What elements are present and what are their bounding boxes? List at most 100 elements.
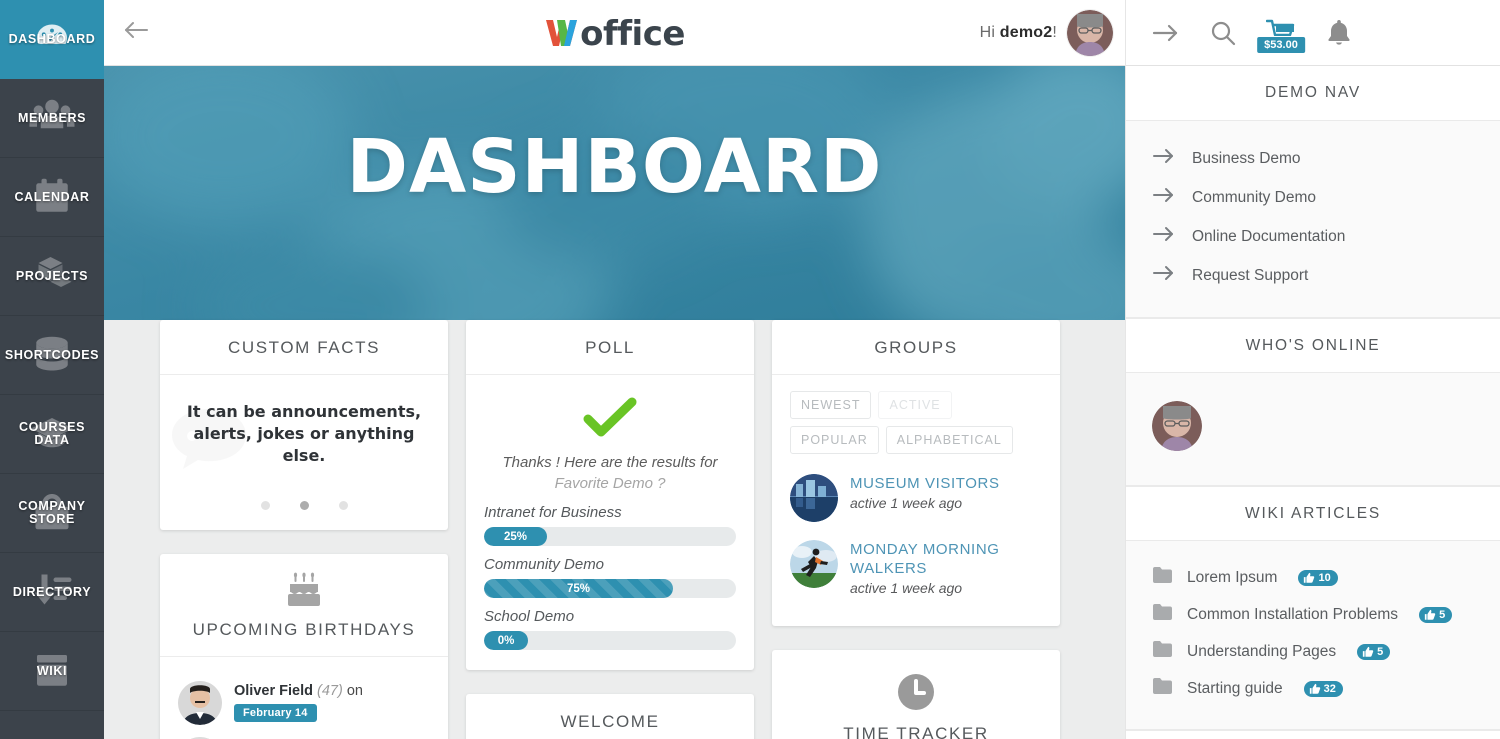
card-header: WELCOME (466, 694, 754, 739)
wiki-article-row[interactable]: Lorem Ipsum 10 (1152, 559, 1474, 596)
wiki-article-row[interactable]: Starting guide 32 (1152, 670, 1474, 707)
group-name[interactable]: MUSEUM VISITORS (850, 474, 1000, 493)
link-label: Online Documentation (1192, 227, 1346, 245)
poll-progress-value: 75% (566, 582, 591, 595)
carousel-dots (178, 501, 430, 510)
folder-icon (1152, 603, 1174, 626)
sidebar-item-label: DASHBOARD (8, 31, 96, 46)
sidebar-item-label: CALENDAR (14, 189, 90, 204)
sidebar-item-label: MEMBERS (17, 110, 87, 125)
arrow-right-icon (1152, 147, 1176, 170)
link-label: Request Support (1192, 266, 1309, 284)
page-title: DASHBOARD (346, 124, 883, 210)
hero-banner: DASHBOARD (104, 66, 1125, 320)
sidebar-item-wiki[interactable]: WIKI (0, 632, 104, 711)
birthday-row[interactable]: Hillary Furze (59) on April 01 (178, 729, 430, 739)
birthday-person-name: Oliver Field (234, 683, 313, 699)
card-title: UPCOMING BIRTHDAYS (192, 620, 416, 639)
card-title: POLL (585, 338, 635, 357)
poll-progress-bar: 75% (484, 579, 736, 598)
birthday-row[interactable]: Oliver Field (47) on February 14 (178, 673, 430, 729)
sidebar-item-directory[interactable]: DIRECTORY (0, 553, 104, 632)
avatar[interactable] (1067, 9, 1113, 56)
folder-icon (1152, 640, 1174, 663)
sidebar-item-company-store[interactable]: COMPANY STORE (0, 474, 104, 553)
upcoming-birthdays-card: UPCOMING BIRTHDAYS Oliver Field (47) on … (160, 554, 448, 739)
main-content: office Hi demo2! DASHBOARD CUSTOM FACTS … (104, 0, 1125, 739)
birthday-age: (47) (317, 683, 343, 699)
carousel-dot[interactable] (260, 501, 270, 510)
group-avatar (790, 474, 838, 522)
sidebar-item-calendar[interactable]: CALENDAR (0, 158, 104, 237)
column-3: GROUPS NEWEST ACTIVE POPULAR ALPHABETICA… (772, 320, 1060, 739)
like-count: 10 (1318, 571, 1331, 584)
group-filter-alphabetical[interactable]: ALPHABETICAL (885, 426, 1013, 454)
wiki-article-label: Lorem Ipsum (1187, 568, 1278, 586)
sidebar-item-members[interactable]: MEMBERS (0, 79, 104, 158)
poll-progress-fill: 0% (484, 631, 528, 650)
sidebar-item-courses-data[interactable]: COURSES DATA (0, 395, 104, 474)
group-info: MONDAY MORNING WALKERS active 1 week ago (850, 540, 1042, 596)
sidebar-item-projects[interactable]: PROJECTS (0, 237, 104, 316)
greeting-username: demo2 (999, 23, 1053, 41)
widget-title: WHO'S ONLINE (1245, 336, 1381, 354)
card-header: UPCOMING BIRTHDAYS (160, 554, 448, 657)
custom-facts-card: CUSTOM FACTS It can be announcements, al… (160, 320, 448, 530)
online-user-avatar[interactable] (1152, 401, 1202, 451)
welcome-card: WELCOME Good morning, this is the (466, 694, 754, 739)
demo-nav-link-business-demo[interactable]: Business Demo (1152, 139, 1474, 178)
wiki-article-row[interactable]: Understanding Pages 5 (1152, 633, 1474, 670)
arrow-right-icon[interactable] (1150, 21, 1180, 45)
poll-option-label: Community Demo (484, 556, 605, 573)
like-count-badge: 32 (1303, 680, 1343, 697)
carousel-dot-active[interactable] (299, 501, 309, 510)
sidebar-item-shortcodes[interactable]: SHORTCODES (0, 316, 104, 395)
back-button[interactable] (104, 0, 168, 66)
wiki-article-row[interactable]: Common Installation Problems 5 (1152, 596, 1474, 633)
demo-nav-link-community-demo[interactable]: Community Demo (1152, 178, 1474, 217)
poll-progress-fill: 25% (484, 527, 547, 546)
group-filter-active[interactable]: ACTIVE (878, 391, 952, 419)
poll-card: POLL Thanks ! Here are the results for F… (466, 320, 754, 670)
group-filter-popular[interactable]: POPULAR (790, 426, 879, 454)
group-info: MUSEUM VISITORS active 1 week ago (850, 474, 1000, 522)
group-name[interactable]: MONDAY MORNING WALKERS (850, 540, 1042, 578)
demo-nav-link-online-documentation[interactable]: Online Documentation (1152, 217, 1474, 256)
wiki-articles-header: WIKI ARTICLES (1126, 486, 1500, 541)
poll-progress-fill: 75% (484, 579, 673, 598)
right-sidebar: $53.00 DEMO NAV Business Demo Community … (1125, 0, 1500, 739)
user-avatar (1067, 9, 1113, 56)
search-icon[interactable] (1210, 20, 1236, 46)
cart-icon[interactable]: $53.00 (1256, 19, 1306, 54)
demo-nav-link-request-support[interactable]: Request Support (1152, 256, 1474, 295)
top-icon-bar: $53.00 (1126, 0, 1500, 66)
groups-card: GROUPS NEWEST ACTIVE POPULAR ALPHABETICA… (772, 320, 1060, 626)
clock-icon (782, 668, 1050, 724)
like-count-badge: 5 (1419, 606, 1453, 623)
poll-thanks-text: Thanks ! Here are the results for (502, 454, 718, 471)
poll-progress-bar: 0% (484, 631, 736, 650)
sidebar-item-dashboard[interactable]: DASHBOARD (0, 0, 104, 79)
link-label: Community Demo (1192, 188, 1317, 206)
demo-nav-body: Business Demo Community Demo Online Docu… (1126, 121, 1500, 318)
like-count-badge: 10 (1298, 569, 1338, 586)
birthday-on-label: on (346, 683, 363, 699)
sidebar-item-label: SHORTCODES (4, 347, 100, 362)
poll-thanks: Thanks ! Here are the results for Favori… (484, 452, 736, 494)
group-filter-newest[interactable]: NEWEST (790, 391, 872, 419)
group-row[interactable]: MUSEUM VISITORS active 1 week ago (790, 466, 1042, 532)
bell-icon[interactable] (1326, 19, 1352, 47)
poll-progress-bar: 25% (484, 527, 736, 546)
card-body: Thanks ! Here are the results for Favori… (466, 375, 754, 670)
arrow-right-icon (1152, 264, 1176, 287)
arrow-left-icon (121, 18, 151, 47)
like-count: 5 (1439, 608, 1446, 621)
custom-facts-text: It can be announcements, alerts, jokes o… (186, 402, 422, 465)
greeting-suffix: ! (1052, 23, 1057, 41)
carousel-dot[interactable] (338, 501, 348, 510)
birthday-cake-icon (170, 572, 438, 612)
wiki-article-label: Understanding Pages (1187, 642, 1337, 660)
card-title: GROUPS (874, 338, 958, 357)
wiki-article-label: Starting guide (1187, 679, 1283, 697)
group-row[interactable]: MONDAY MORNING WALKERS active 1 week ago (790, 532, 1042, 606)
